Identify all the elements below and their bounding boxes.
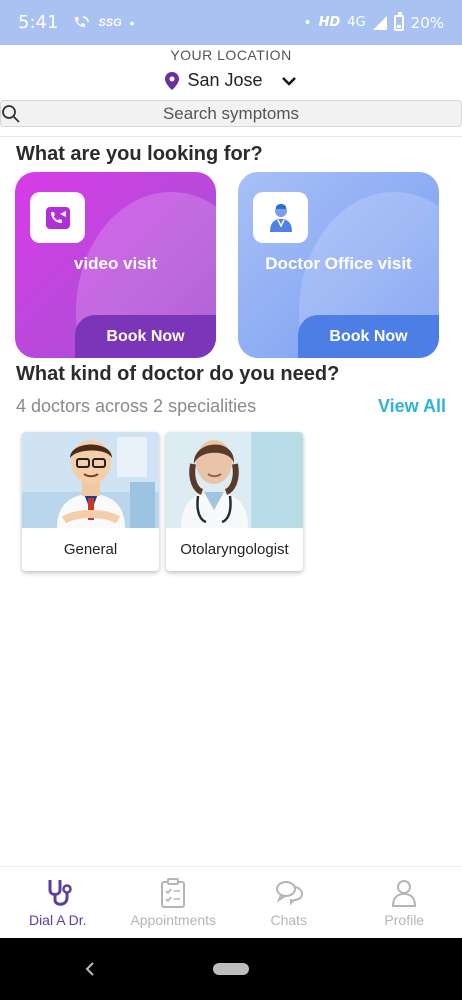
office-visit-card[interactable]: Doctor Office visit Book Now <box>238 172 439 358</box>
location-selector[interactable]: San Jose <box>0 70 462 91</box>
video-visit-label: video visit <box>73 254 158 273</box>
nav-dial-a-dr[interactable]: Dial A Dr. <box>0 867 116 938</box>
search-bar[interactable] <box>0 100 462 127</box>
status-time: 5:41 <box>18 12 59 33</box>
doctor-count-subtitle: 4 doctors across 2 specialities <box>16 396 257 416</box>
battery-percent: 20% <box>410 13 444 32</box>
signal-icon <box>372 15 387 30</box>
nav-label: Chats <box>270 911 308 928</box>
view-all-link[interactable]: View All <box>378 396 446 417</box>
office-visit-label: Doctor Office visit <box>265 254 412 273</box>
nav-profile[interactable]: Profile <box>347 867 462 938</box>
bottom-nav: Dial A Dr. Appointments Chats Profile <box>0 866 462 938</box>
network-label: HD <box>318 15 341 30</box>
status-left-icons: SSG • <box>72 14 135 31</box>
clipboard-icon <box>161 877 186 908</box>
dot-icon: • <box>303 14 312 31</box>
home-pill[interactable] <box>213 963 249 975</box>
status-bar: 5:41 SSG • • HD 4G 20% <box>0 0 462 45</box>
location-caption: YOUR LOCATION <box>170 47 292 63</box>
back-icon[interactable] <box>84 960 96 978</box>
looking-for-title: What are you looking for? <box>16 143 263 165</box>
video-call-icon <box>30 192 85 243</box>
search-icon <box>2 104 20 123</box>
location-city: San Jose <box>187 70 263 90</box>
battery-icon <box>393 11 404 31</box>
divider <box>0 136 462 137</box>
phone-wifi-icon <box>75 15 90 27</box>
nav-appointments[interactable]: Appointments <box>116 867 232 938</box>
specialty-name: General <box>63 541 118 558</box>
video-visit-card[interactable]: video visit Book Now <box>15 172 216 358</box>
specialty-name: Otolaryngologist <box>180 541 289 558</box>
nav-label: Profile <box>384 911 425 928</box>
location-pin-icon <box>165 71 180 90</box>
chevron-down-icon <box>281 76 296 86</box>
nav-label: Dial A Dr. <box>28 911 87 928</box>
dot-icon: • <box>129 14 135 31</box>
video-book-now-button[interactable]: Book Now <box>75 315 216 358</box>
signal-label: 4G <box>347 15 366 30</box>
stethoscope-icon <box>48 879 72 906</box>
doctor-kind-title: What kind of doctor do you need? <box>16 363 340 385</box>
doctor-illustration <box>22 432 159 528</box>
doctor-icon <box>253 192 308 243</box>
search-input[interactable] <box>21 103 461 124</box>
office-book-now-button[interactable]: Book Now <box>298 315 439 358</box>
status-right: • HD 4G 20% <box>303 11 444 32</box>
nav-label: Appointments <box>130 911 217 928</box>
specialty-tile-otolaryngologist[interactable]: Otolaryngologist <box>166 432 303 571</box>
doctor-photo <box>166 432 303 528</box>
chat-bubbles-icon <box>275 880 303 905</box>
person-icon <box>392 879 417 907</box>
specialty-tile-general[interactable]: General <box>22 432 159 571</box>
nav-chats[interactable]: Chats <box>231 867 347 938</box>
ssg-icon: SSG <box>98 16 122 29</box>
